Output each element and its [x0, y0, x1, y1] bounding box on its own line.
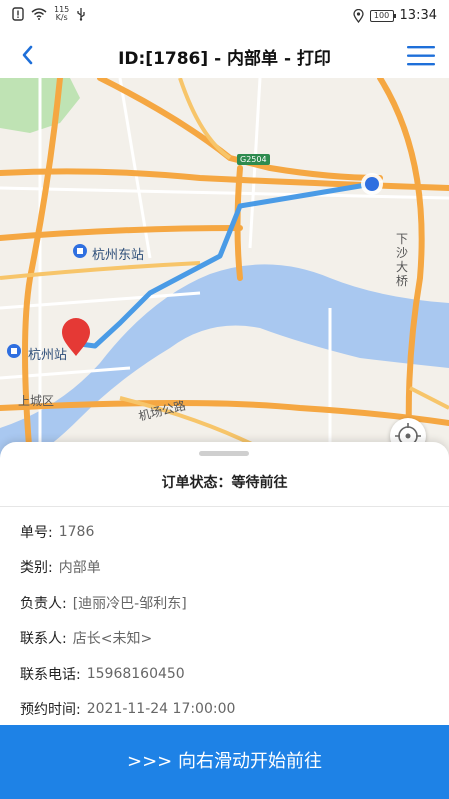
map-label-hangzhou: 杭州站	[28, 348, 68, 363]
info-row-phone: 联系电话: 15968160450	[20, 656, 430, 692]
status-left-group: 115 K/s	[12, 6, 86, 22]
usb-icon	[77, 8, 85, 21]
sheet-drag-handle[interactable]	[199, 451, 249, 456]
info-label: 预约时间:	[20, 702, 81, 719]
station-icon-hangzhou-east	[73, 244, 87, 258]
station-icon-hangzhou	[7, 344, 21, 358]
map-canvas[interactable]	[0, 78, 449, 458]
info-label: 联系人:	[20, 631, 67, 648]
chevron-left-icon	[22, 45, 33, 65]
swipe-to-start-slider[interactable]: >>> 向右滑动开始前往	[0, 725, 449, 799]
info-row-appointment-time: 预约时间: 2021-11-24 17:00:00	[20, 692, 430, 728]
hamburger-menu-icon	[407, 46, 435, 66]
wifi-icon	[31, 8, 47, 20]
menu-button[interactable]	[407, 45, 435, 67]
divider	[0, 506, 449, 507]
map-label-hangzhou-east: 杭州东站	[92, 248, 145, 263]
battery-icon: 100	[369, 9, 396, 22]
status-right-group: 100 13:34	[352, 8, 437, 23]
info-label: 单号:	[20, 524, 53, 541]
map-label-xiasha-bridge: 下沙大桥	[396, 232, 409, 288]
info-label: 负责人:	[20, 595, 67, 612]
info-value: 2021-11-24 17:00:00	[86, 701, 236, 718]
page-title: ID:[1786] - 内部单 - 打印	[118, 49, 331, 69]
info-value: 1786	[58, 523, 95, 540]
network-speed-unit: K/s	[55, 13, 68, 22]
info-label: 类别:	[20, 560, 53, 577]
network-speed: 115 K/s	[54, 6, 69, 22]
info-label: 联系电话:	[20, 666, 81, 683]
phone-number-link[interactable]: 15968160450	[87, 666, 185, 682]
back-button[interactable]	[16, 42, 40, 68]
destination-marker[interactable]	[361, 173, 383, 195]
info-row-order-number: 单号: 1786	[20, 514, 430, 550]
location-icon	[352, 8, 364, 23]
info-value: [迪丽冷巴-邹利东]	[72, 595, 187, 612]
notification-icon	[12, 7, 24, 21]
map-label-g2504: G2504	[237, 154, 270, 165]
order-status: 订单状态：等待前往	[161, 475, 288, 491]
info-row-category: 类别: 内部单	[20, 550, 430, 586]
status-time: 13:34	[399, 8, 437, 23]
info-value: 店长<未知>	[72, 631, 153, 648]
info-row-contact: 联系人: 店长<未知>	[20, 621, 430, 657]
route-map[interactable]: 杭州东站 杭州站 上城区 机场公路 下沙大桥 G2504	[0, 78, 449, 458]
info-row-owner: 负责人: [迪丽冷巴-邹利东]	[20, 585, 430, 621]
order-info-list: 单号: 1786 类别: 内部单 负责人: [迪丽冷巴-邹利东] 联系人: 店长…	[20, 514, 430, 727]
nav-bar: ID:[1786] - 内部单 - 打印	[0, 32, 449, 78]
map-label-shangcheng: 上城区	[18, 394, 55, 408]
info-value: 内部单	[58, 560, 101, 577]
status-bar: 115 K/s 100 13:34	[0, 0, 449, 32]
